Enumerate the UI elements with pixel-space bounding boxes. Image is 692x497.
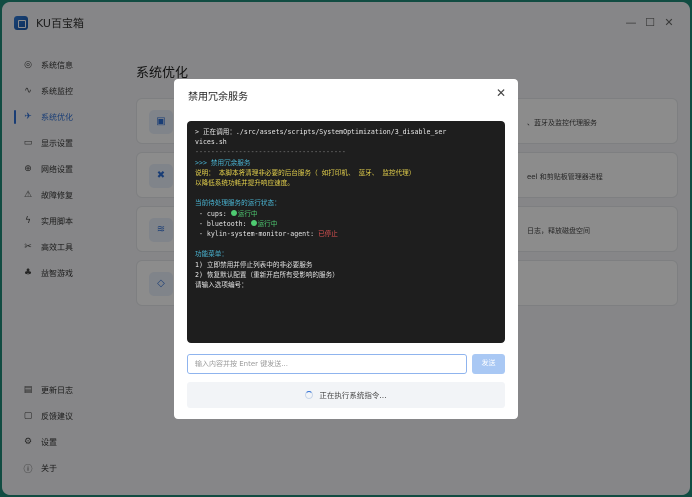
terminal-line: 说明： 本脚本将清理非必要的后台服务（ 如打印机、 蓝牙、 监控代理）	[195, 168, 416, 177]
send-button[interactable]: 发送	[472, 354, 505, 374]
execution-status: 正在执行系统指令...	[187, 382, 505, 408]
terminal-line: 功能菜单：	[195, 250, 228, 259]
terminal-blank	[195, 239, 497, 249]
terminal-line: 2) 恢复默认配置（重新开启所有受影响的服务）	[195, 270, 339, 279]
dialog-title: 禁用冗余服务	[188, 92, 248, 103]
terminal-line: 1) 立即禁用并停止列表中的非必要服务	[195, 260, 313, 269]
command-input[interactable]	[187, 354, 467, 374]
terminal-blank	[195, 188, 497, 198]
terminal-line: > 正在调用：./src/assets/scripts/SystemOptimi…	[195, 128, 447, 136]
terminal-line: - kylin-system-monitor-agent: 已停止	[195, 230, 338, 239]
running-dot-icon	[230, 210, 237, 217]
terminal-line: 以降低系统功耗并提升响应速度。	[195, 179, 294, 188]
running-dot-icon	[250, 220, 257, 227]
terminal-separator: --------------------------------------	[195, 148, 346, 157]
status-text: 正在执行系统指令...	[319, 390, 387, 400]
status-running: 运行中	[257, 219, 278, 228]
close-icon[interactable]: ✕	[496, 86, 506, 100]
status-running: 运行中	[237, 209, 258, 218]
terminal-line: vices.sh	[195, 138, 227, 147]
command-input-row: 发送	[187, 354, 505, 374]
status-stopped: 已停止	[318, 230, 338, 239]
terminal-output: > 正在调用：./src/assets/scripts/SystemOptimi…	[187, 121, 505, 343]
terminal-line: - cups: 运行中	[195, 209, 258, 218]
terminal-line: >>> 禁用冗余服务	[195, 158, 251, 167]
terminal-line: 请输入选项编号：	[195, 281, 248, 290]
terminal-line: - bluetooth: 运行中	[195, 219, 278, 228]
disable-services-dialog: 禁用冗余服务 ✕ > 正在调用：./src/assets/scripts/Sys…	[174, 79, 518, 419]
loading-spinner-icon	[305, 391, 314, 399]
terminal-line: 当前待处理服务的运行状态：	[195, 199, 281, 208]
